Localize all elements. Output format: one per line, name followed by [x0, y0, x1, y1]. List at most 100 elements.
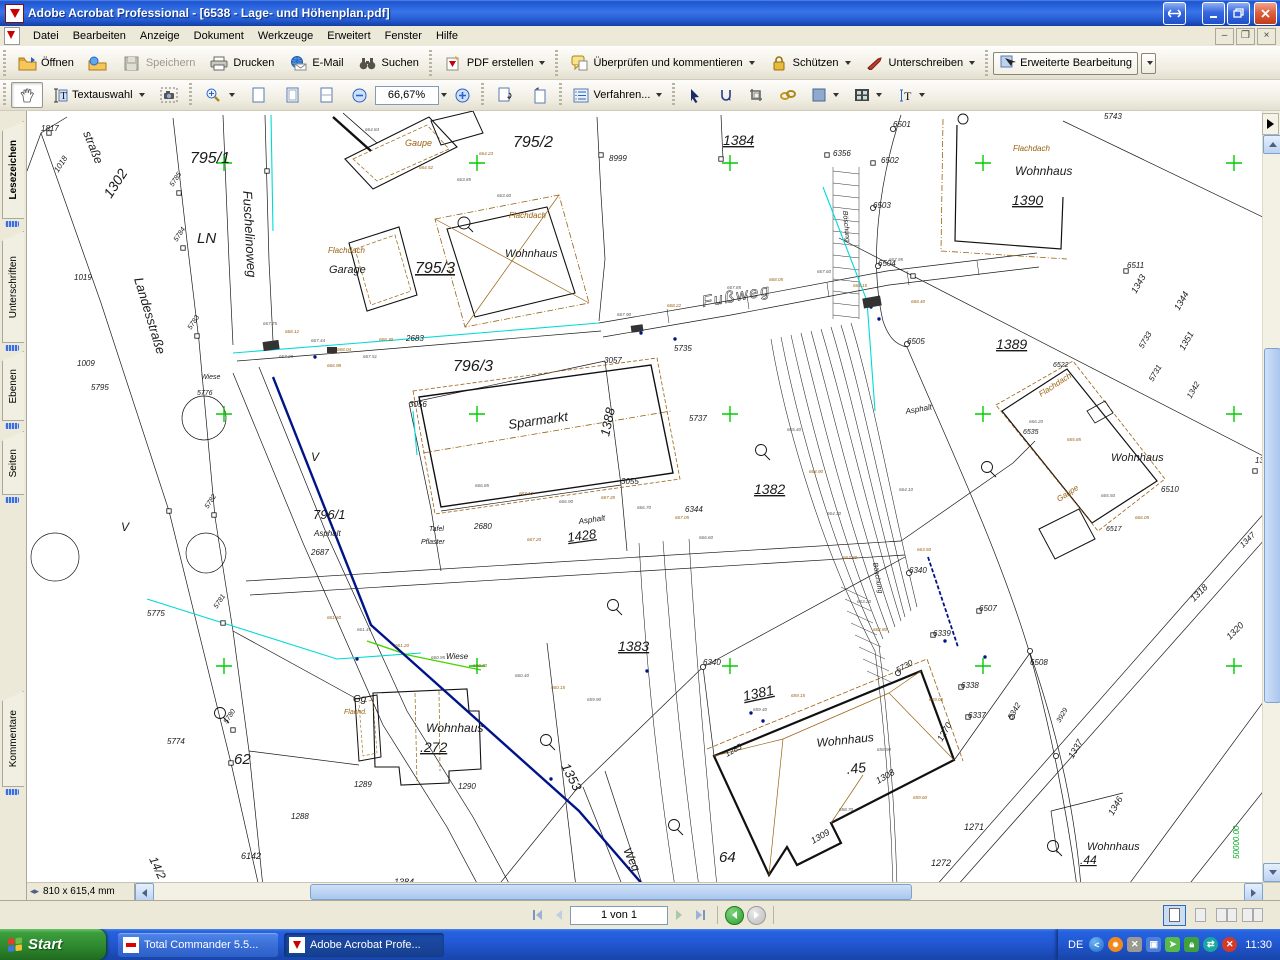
chevron-down-icon[interactable]	[969, 61, 975, 65]
close-button[interactable]	[1254, 2, 1277, 25]
menu-hilfe[interactable]: Hilfe	[429, 28, 465, 44]
sidebar-tab-lesezeichen[interactable]: Lesezeichen	[2, 121, 24, 219]
sidebar-tab-seiten[interactable]: Seiten	[2, 431, 24, 495]
start-button[interactable]: Start	[0, 929, 106, 960]
next-view-button[interactable]	[523, 82, 555, 108]
tray-sync-icon[interactable]: ⇄	[1203, 937, 1218, 952]
toolbar-grip[interactable]	[984, 50, 990, 76]
movie-tool-button[interactable]	[847, 84, 888, 107]
sidebar-tab-grip[interactable]	[5, 221, 19, 227]
sign-button[interactable]: Unterschreiben	[859, 50, 982, 76]
mdi-minimize-button[interactable]: –	[1215, 28, 1234, 45]
text-select-button[interactable]: T Textauswahl	[45, 84, 151, 107]
snapshot-button[interactable]	[153, 82, 185, 108]
tray-green-arrow-icon[interactable]: ➤	[1165, 937, 1180, 952]
organizer-button[interactable]	[82, 50, 114, 76]
menu-dokument[interactable]: Dokument	[187, 28, 251, 44]
splitter-handle-icon[interactable]: ◂▸	[30, 886, 39, 897]
tray-security-alert-icon[interactable]: ✕	[1222, 937, 1237, 952]
menu-fenster[interactable]: Fenster	[378, 28, 429, 44]
hide-icons-chevron[interactable]: <	[1089, 937, 1104, 952]
sidebar-tab-ebenen[interactable]: Ebenen	[2, 351, 24, 421]
chevron-down-icon[interactable]	[749, 61, 755, 65]
sidebar-tab-grip[interactable]	[5, 789, 19, 795]
vertical-scrollbar[interactable]	[1262, 111, 1280, 882]
review-comment-button[interactable]: Überprüfen und kommentieren	[563, 50, 760, 76]
chevron-down-icon[interactable]	[656, 93, 662, 97]
hand-tool-button[interactable]	[11, 82, 43, 108]
chevron-down-icon[interactable]	[539, 61, 545, 65]
horizontal-scrollbar[interactable]	[154, 883, 1244, 900]
tray-network-icon[interactable]: ▣	[1146, 937, 1161, 952]
tray-shield-lock-icon[interactable]: 🔒︎	[1184, 937, 1199, 952]
previous-view-button[interactable]	[489, 82, 521, 108]
single-page-view-button[interactable]	[1163, 905, 1186, 926]
toolbar-grip[interactable]	[480, 83, 486, 107]
language-indicator[interactable]: DE	[1068, 939, 1083, 951]
taskbar-task-0[interactable]: Total Commander 5.5...	[118, 933, 278, 957]
fit-width-button[interactable]	[311, 82, 343, 108]
previous-view-nav-button[interactable]	[725, 906, 744, 925]
toolbar-grip[interactable]	[2, 83, 8, 107]
sidebar-tab-grip[interactable]	[5, 345, 19, 351]
create-pdf-button[interactable]: PDF erstellen	[437, 50, 552, 76]
chevron-down-icon[interactable]	[139, 93, 145, 97]
toolbar-overflow-button[interactable]	[1262, 113, 1279, 135]
tray-orange-icon[interactable]	[1108, 937, 1123, 952]
chevron-down-icon[interactable]	[845, 61, 851, 65]
actual-size-button[interactable]	[243, 82, 275, 108]
touchup-text-button[interactable]: T	[890, 84, 931, 107]
chevron-down-icon[interactable]	[229, 93, 235, 97]
advanced-editing-dropdown[interactable]	[1141, 53, 1156, 74]
tray-gear-alert-icon[interactable]: ✕	[1127, 937, 1142, 952]
document-canvas[interactable]: 795/11302LandesstraßestraßeLNFuschelinow…	[27, 111, 1280, 882]
save-button[interactable]: Speichern	[116, 50, 202, 76]
menu-erweitert[interactable]: Erweitert	[320, 28, 377, 44]
dock-window-button[interactable]	[1163, 2, 1186, 25]
last-page-button[interactable]	[692, 906, 710, 924]
restore-button[interactable]	[1227, 2, 1250, 25]
link-tool-button[interactable]	[773, 84, 802, 107]
sidebar-tab-grip[interactable]	[5, 497, 19, 503]
print-button[interactable]: Drucken	[203, 50, 280, 76]
zoom-out-button[interactable]	[345, 84, 374, 107]
secure-button[interactable]: Schützen	[763, 50, 857, 76]
menu-datei[interactable]: Datei	[26, 28, 66, 44]
continuous-facing-view-button[interactable]	[1215, 905, 1238, 926]
chevron-down-icon[interactable]	[833, 93, 839, 97]
zoom-level-field[interactable]: 66,67%	[375, 86, 439, 105]
toolbar-grip[interactable]	[188, 83, 194, 107]
email-button[interactable]: E-Mail	[282, 50, 349, 76]
toolbar-grip[interactable]	[554, 50, 560, 76]
facing-view-button[interactable]	[1241, 905, 1264, 926]
zoom-in-button[interactable]	[448, 84, 477, 107]
scroll-down-button[interactable]	[1263, 863, 1280, 882]
horizontal-scroll-thumb[interactable]	[310, 884, 912, 900]
chevron-down-icon[interactable]	[919, 93, 925, 97]
crop-tool-button[interactable]	[742, 84, 771, 107]
menu-anzeige[interactable]: Anzeige	[133, 28, 187, 44]
minimize-button[interactable]	[1202, 2, 1225, 25]
menu-bearbeiten[interactable]: Bearbeiten	[66, 28, 133, 44]
mdi-close-button[interactable]: ×	[1257, 28, 1276, 45]
chevron-down-icon[interactable]	[876, 93, 882, 97]
next-view-nav-button[interactable]	[747, 906, 766, 925]
advanced-editing-button[interactable]: Erweiterte Bearbeitung	[993, 52, 1138, 75]
first-page-button[interactable]	[528, 906, 546, 924]
zoom-in-tool-button[interactable]	[197, 82, 241, 108]
previous-page-button[interactable]	[549, 906, 567, 924]
page-number-field[interactable]: 1 von 1	[570, 906, 668, 925]
sidebar-tab-unterschriften[interactable]: Unterschriften	[2, 231, 24, 343]
open-button[interactable]: Öffnen	[11, 50, 80, 76]
next-page-button[interactable]	[671, 906, 689, 924]
vertical-scroll-thumb[interactable]	[1264, 348, 1280, 703]
toolbar-grip[interactable]	[558, 83, 564, 107]
search-button[interactable]: Suchen	[352, 50, 425, 76]
process-button[interactable]: Verfahren...	[567, 84, 669, 107]
form-field-tool-button[interactable]	[804, 84, 845, 107]
fit-page-button[interactable]	[277, 82, 309, 108]
toolbar-grip[interactable]	[671, 83, 677, 107]
continuous-view-button[interactable]	[1189, 905, 1212, 926]
toolbar-grip[interactable]	[428, 50, 434, 76]
toolbar-grip[interactable]	[2, 50, 8, 76]
